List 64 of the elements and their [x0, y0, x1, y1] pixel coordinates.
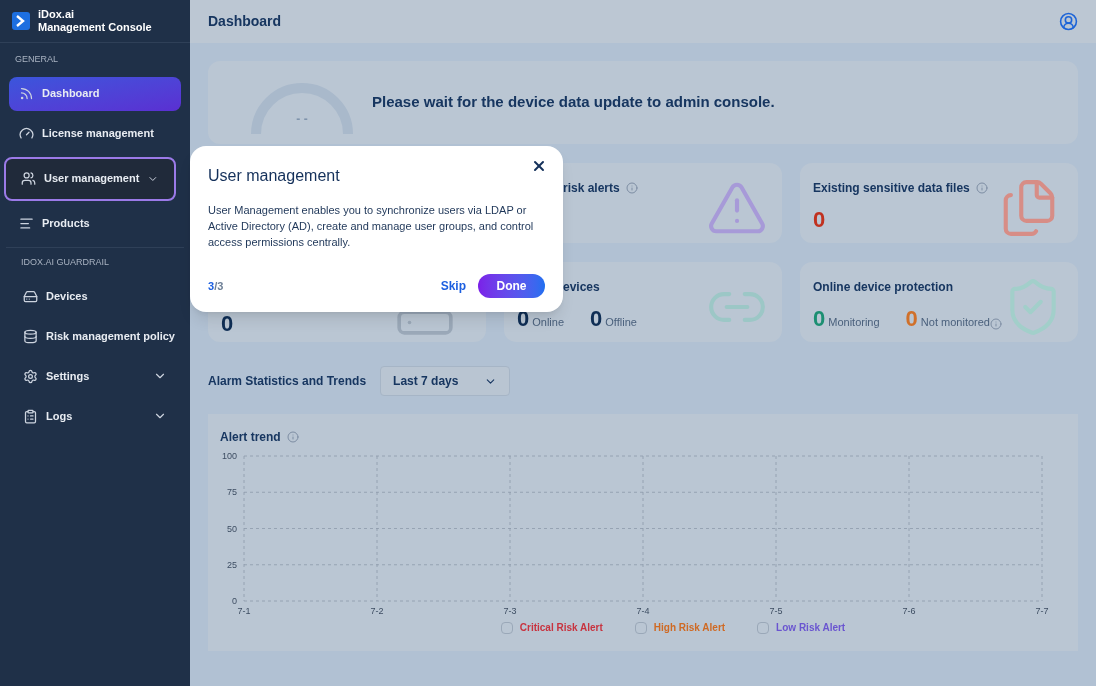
step-counter: 3/3 — [208, 278, 225, 294]
sidebar-item[interactable]: Dashboard — [9, 76, 181, 111]
stat-value: 0 — [517, 308, 530, 330]
stat-label: Offline — [605, 314, 637, 330]
clipboard-icon — [23, 408, 38, 424]
section-title: Alarm Statistics and Trends — [208, 373, 367, 390]
section-label: GENERAL — [14, 53, 59, 66]
sidebar-item[interactable]: Risk management policy — [15, 319, 175, 353]
axis-label: 7-3 — [503, 606, 517, 616]
sidebar-item[interactable]: Devices — [15, 279, 175, 313]
avatar-icon[interactable] — [1059, 12, 1078, 31]
banner-message: Please wait for the device data update to admin console. — [372, 92, 775, 113]
stat-value: 0 — [590, 308, 603, 330]
gauge-icon — [19, 126, 34, 141]
card-title: risk alerts — [563, 180, 620, 197]
brand-name: iDox.ai — [38, 8, 76, 21]
done-button[interactable]: Done — [478, 274, 545, 298]
section-label: IDOX.AI GUARDRAIL — [20, 255, 111, 269]
legend-checkbox[interactable] — [757, 621, 770, 634]
axis-label: 7-2 — [370, 606, 384, 616]
axis-label: 50 — [227, 523, 237, 534]
card-title: Online device protection — [813, 279, 954, 296]
gauge-reading: - - — [295, 110, 309, 128]
axis-label: 7-5 — [769, 606, 783, 616]
database-icon — [23, 328, 38, 344]
stat-label: Monitoring — [828, 314, 880, 330]
chart-title: Alert trend — [220, 429, 281, 446]
skip-button[interactable]: Skip — [440, 277, 466, 295]
sidebar-item[interactable]: Products — [9, 206, 181, 241]
rss-icon — [19, 86, 34, 101]
stat-value: 0 — [221, 313, 234, 335]
range-dropdown[interactable]: Last 7 days — [380, 366, 511, 396]
sidebar-item[interactable]: User management — [4, 156, 176, 201]
sidebar-item[interactable]: Logs — [15, 399, 175, 433]
axis-label: 7-1 — [237, 606, 251, 616]
settings-icon — [23, 368, 38, 384]
stat-label: Not monitored — [920, 314, 990, 330]
axis-label: 25 — [227, 559, 237, 570]
stat-value: 0 — [905, 308, 918, 330]
axis-label: 7-7 — [1035, 606, 1049, 616]
card-title: evices — [563, 279, 600, 296]
legend-checkbox[interactable] — [500, 621, 513, 634]
close-icon — [531, 158, 547, 174]
bars-icon — [19, 216, 34, 231]
logo-icon — [12, 12, 30, 30]
card-title: Existing sensitive data files — [813, 180, 970, 197]
sidebar-item[interactable]: Settings — [15, 359, 175, 393]
popover-title: User management — [208, 166, 340, 186]
sidebar-item[interactable]: License management — [9, 116, 181, 151]
stat-value: 0 — [813, 308, 826, 330]
brand-subtitle: Management Console — [38, 21, 152, 34]
users-icon — [21, 171, 36, 186]
stat-value: 0 — [813, 209, 826, 231]
drive-icon — [23, 288, 38, 304]
stat-label: Online — [532, 314, 565, 330]
legend-checkbox[interactable] — [634, 621, 647, 634]
axis-label: 100 — [221, 451, 237, 461]
page-title: Dashboard — [208, 12, 282, 31]
axis-label: 75 — [227, 487, 237, 498]
close-button[interactable] — [531, 158, 547, 174]
popover-text: User Management enables you to synchronize users via LDAP or Active Directory (AD), create and manage user groups, and control access permissions centrally. — [208, 203, 535, 250]
axis-label: 7-6 — [902, 606, 916, 616]
axis-label: 7-4 — [636, 606, 650, 616]
axis-label: 0 — [232, 596, 237, 606]
